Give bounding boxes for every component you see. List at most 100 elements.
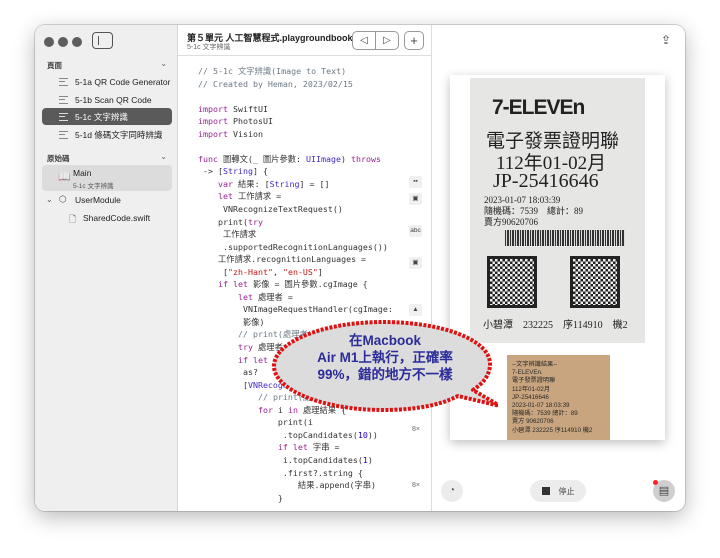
receipt-number: JP-25416646 — [493, 170, 599, 192]
code-token: try — [247, 216, 263, 227]
zoom-window-button[interactable] — [72, 37, 82, 47]
code-line[interactable]: import Vision — [198, 128, 393, 141]
code-line[interactable]: i.topCandidates(1) — [198, 454, 393, 467]
code-line[interactable]: -> [String] { — [198, 165, 393, 178]
sidebar-item-5-1b[interactable]: 5-1b Scan QR Code — [42, 91, 172, 108]
code-editor[interactable]: 第５單元 人工智慧程式.playgroundbook 5-1c 文字辨識 ◁ ▷… — [178, 25, 432, 511]
pages-header: 頁面 — [47, 61, 62, 70]
receipt-brand: 7-ELEVEn — [492, 96, 585, 119]
book-icon: 📖 — [58, 172, 71, 183]
code-token: .topCandidates( — [198, 429, 358, 440]
code-token: -> [ — [198, 166, 223, 177]
code-line[interactable] — [198, 140, 393, 153]
code-line[interactable]: ["zh-Hant", "en-US"] — [198, 266, 393, 279]
code-token: print( — [198, 216, 248, 227]
code-token: // 5-1c 文字辨識(Image to Text) — [198, 66, 347, 76]
receipt-random: 隨機碼：7539 總計：89 — [484, 206, 584, 216]
back-button[interactable]: ◁ — [352, 31, 376, 50]
forward-button[interactable]: ▷ — [375, 31, 399, 50]
share-icon[interactable]: ⇪ — [658, 33, 674, 49]
sidebar-item-5-1d[interactable]: 5-1d 條碼文字同時辨識 — [42, 126, 172, 143]
code-token: import — [198, 116, 228, 127]
code-line[interactable]: // 5-1c 文字辨識(Image to Text) — [198, 65, 393, 78]
window-subtitle: 5-1c 文字辨識 — [187, 44, 231, 51]
stop-button[interactable]: 停止 — [530, 480, 586, 502]
code-token: 圖轉文(_ 圖片參數: — [217, 153, 307, 164]
code-line[interactable]: VNImageRequestHandler(cgImage: — [198, 303, 393, 316]
chevron-down-icon[interactable]: ⌄ — [46, 195, 53, 204]
code-lines[interactable]: // 5-1c 文字辨識(Image to Text) // Created by… — [198, 65, 393, 504]
code-token: import — [198, 128, 228, 139]
code-token: ) — [341, 153, 352, 164]
code-line[interactable]: let 工作請求 = — [198, 190, 393, 203]
code-token: 結果.append(字串) — [198, 480, 377, 491]
code-line[interactable]: if let 字串 = — [198, 441, 393, 454]
code-token: let — [237, 291, 253, 302]
code-line[interactable]: var 結果: [String] = [] — [198, 178, 393, 191]
sidebar-item-usermodule[interactable]: UserModule — [75, 195, 121, 205]
code-line[interactable]: VNRecognizeTextRequest() — [198, 203, 393, 216]
grid-icon[interactable]: ▪▪ — [409, 176, 422, 188]
code-line[interactable]: func 圖轉文(_ 圖片參數: UIImage) throws — [198, 153, 393, 166]
result-abc-badge[interactable]: abc — [409, 225, 422, 237]
sidebar-toggle-icon[interactable] — [92, 32, 113, 49]
gauge-icon[interactable]: ◔ — [441, 480, 463, 502]
code-token: 工作請求.recognitionLanguages = — [198, 254, 367, 265]
cube-icon[interactable]: ▣ — [409, 257, 422, 269]
minimize-window-button[interactable] — [58, 37, 68, 47]
code-line[interactable]: import SwiftUI — [198, 103, 393, 116]
sidebar-item-5-1a[interactable]: 5-1a QR Code Generator — [42, 73, 172, 90]
stop-icon — [541, 487, 550, 495]
code-line[interactable]: print(i — [198, 416, 393, 429]
code-line[interactable]: let 處理者 = — [198, 291, 393, 304]
code-token: 工作請求 — [198, 229, 257, 240]
app-window: 頁面 ⌄ 5-1a QR Code Generator 5-1b Scan QR… — [35, 25, 685, 511]
page-icon — [59, 95, 68, 104]
code-line[interactable]: print(try — [198, 216, 393, 229]
code-line[interactable]: .first?.string { — [198, 467, 393, 480]
code-line[interactable]: if let 影像 = 圖片參數.cgImage { — [198, 278, 393, 291]
live-view: ⇪ 7-ELEVEn 電子發票證明聯 112年01-02月 JP-2541664… — [432, 25, 685, 511]
result-line: 2023-01-07 18:03:39 — [512, 402, 570, 410]
code-line[interactable]: // Created by Heman, 2023/02/15 — [198, 78, 393, 91]
sidebar-item-main[interactable]: 📖 Main 5-1c 文字辨識 — [42, 165, 172, 191]
close-window-button[interactable] — [44, 37, 54, 47]
sidebar-item-5-1c[interactable]: 5-1c 文字辨識 — [42, 108, 172, 125]
code-line[interactable] — [198, 90, 393, 103]
code-line[interactable]: 工作請求 — [198, 228, 393, 241]
receipt-seller: 賣方90620706 — [484, 217, 539, 227]
code-token: if let — [277, 442, 308, 453]
code-token: PhotosUI — [227, 116, 273, 127]
add-button[interactable]: + — [404, 31, 424, 50]
code-token: var — [217, 178, 233, 189]
loop-count-badge[interactable]: 8× — [412, 426, 420, 433]
chevron-down-icon[interactable]: ⌄ — [160, 152, 167, 161]
code-token: ] — [317, 266, 323, 277]
code-token: 工作請求 = — [232, 191, 282, 202]
image-icon[interactable]: ▲ — [409, 304, 422, 316]
callout-line: 99%，錯的地方不一樣 — [317, 367, 453, 382]
code-line[interactable]: 工作請求.recognitionLanguages = — [198, 253, 393, 266]
loop-count-badge[interactable]: 8× — [412, 482, 420, 489]
code-token: 處理者 = — [252, 291, 293, 302]
code-line[interactable]: .topCandidates(10)) — [198, 429, 393, 442]
chevron-down-icon[interactable]: ⌄ — [160, 59, 167, 68]
code-token: , — [272, 266, 283, 277]
code-token: [ — [198, 266, 228, 277]
code-line[interactable]: .supportedRecognitionLanguages()) — [198, 241, 393, 254]
qr-code-left — [487, 256, 537, 308]
code-token: if let — [217, 279, 248, 290]
file-icon: 🗋 — [69, 214, 77, 224]
code-token: if let — [237, 354, 268, 365]
code-token: [ — [198, 379, 248, 390]
code-line[interactable]: 結果.append(字串) — [198, 479, 393, 492]
barcode — [505, 230, 625, 246]
cube-icon[interactable]: ▣ — [409, 193, 422, 205]
code-line[interactable]: import PhotosUI — [198, 115, 393, 128]
code-line[interactable]: } — [198, 492, 393, 505]
sidebar-item-sharedcode[interactable]: SharedCode.swift — [83, 213, 150, 223]
